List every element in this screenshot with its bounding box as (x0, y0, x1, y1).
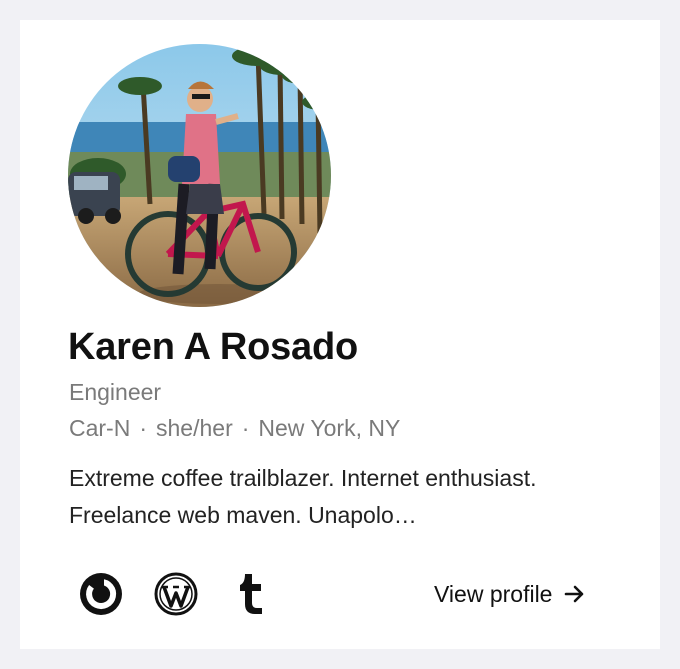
tumblr-icon[interactable] (228, 571, 274, 617)
profile-bio: Extreme coffee trailblazer. Internet ent… (69, 465, 537, 528)
view-profile-label: View profile (434, 580, 553, 607)
profile-card: Karen A Rosado Engineer Car-N · she/her · Ne… (20, 20, 660, 649)
arrow-right-icon (564, 585, 586, 603)
profile-title: Engineer (69, 379, 162, 405)
profile-location: New York, NY (258, 415, 401, 441)
avatar-photo (68, 44, 331, 307)
profile-meta: Car-N · she/her · New York, NY (69, 415, 400, 442)
power-icon[interactable] (78, 571, 124, 617)
meta-separator: · (241, 415, 250, 441)
avatar (68, 44, 331, 307)
profile-pronouns: she/her (156, 415, 233, 441)
view-profile-link[interactable]: View profile (434, 578, 586, 610)
profile-name: Karen A Rosado (68, 326, 358, 368)
wordpress-icon[interactable] (153, 571, 199, 617)
meta-separator: · (139, 415, 148, 441)
profile-org: Car-N (69, 415, 131, 441)
social-links (78, 571, 303, 617)
